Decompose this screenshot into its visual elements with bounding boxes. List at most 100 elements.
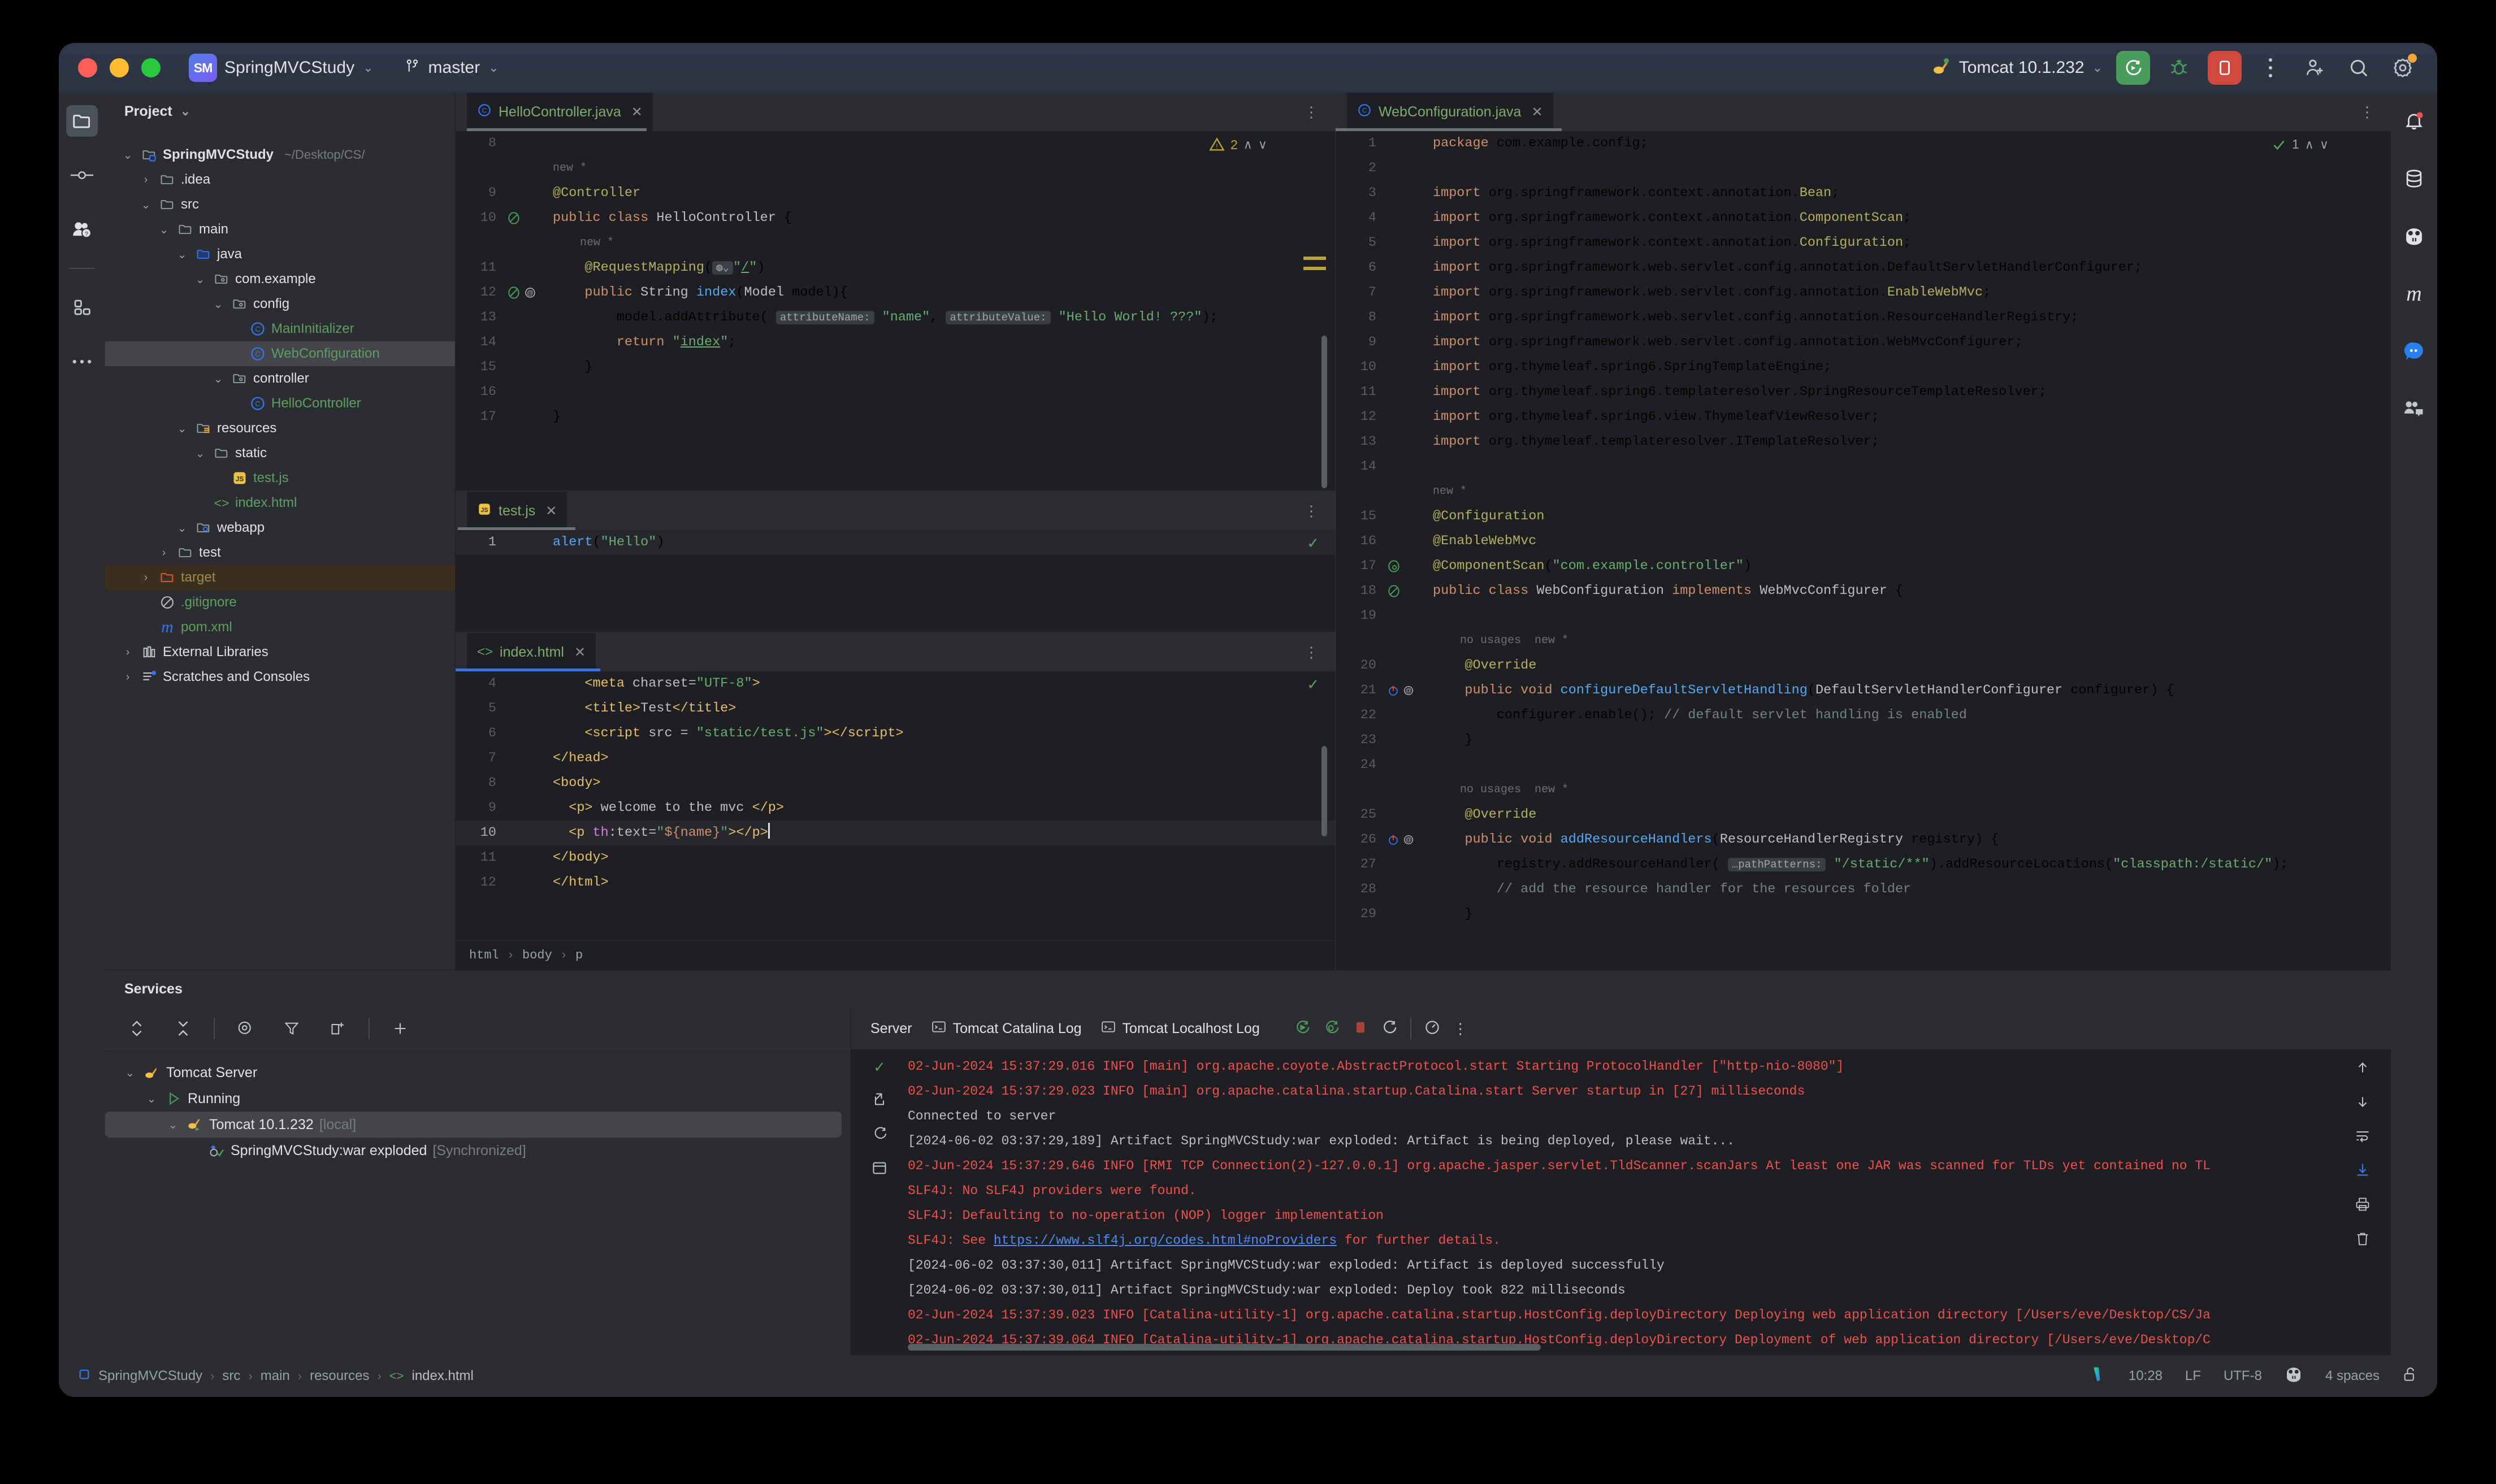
chevron-down-icon[interactable]: ⌄ xyxy=(174,248,190,262)
chevron-right-icon[interactable]: › xyxy=(138,173,154,186)
breadcrumb-item[interactable]: SpringMVCStudy xyxy=(98,1368,202,1384)
prev-problem-icon[interactable]: ∧ xyxy=(1243,137,1253,152)
chevron-down-icon[interactable]: ⌄ xyxy=(174,521,190,535)
breadcrumb-item[interactable]: p xyxy=(575,948,583,962)
tree-item-java[interactable]: ⌄java xyxy=(105,242,455,267)
stop-button[interactable] xyxy=(2208,51,2242,85)
prev-problem-icon[interactable]: ∧ xyxy=(2305,137,2314,152)
project-panel-header[interactable]: Project ⌄ xyxy=(105,93,455,130)
rerun-button[interactable] xyxy=(2116,51,2150,85)
chevron-down-icon[interactable]: ⌄ xyxy=(180,104,190,119)
breadcrumb-item[interactable]: src xyxy=(222,1368,240,1384)
breadcrumb-item[interactable]: index.html xyxy=(412,1368,474,1384)
tree-item-controller[interactable]: ⌄controller xyxy=(105,366,455,391)
testjs-code[interactable]: 1alert("Hello") xyxy=(456,530,1335,632)
close-icon[interactable]: ✕ xyxy=(574,644,586,661)
log-tab-tomcat-localhost-log[interactable]: Tomcat Localhost Log xyxy=(1101,1020,1260,1038)
version-control-icon[interactable] xyxy=(2091,1366,2106,1387)
tree-item-external-libraries[interactable]: ›External Libraries xyxy=(105,640,455,665)
close-icon[interactable]: ✕ xyxy=(631,104,643,120)
scroll-to-end-icon[interactable] xyxy=(2355,1162,2371,1181)
chevron-down-icon[interactable]: ⌄ xyxy=(210,372,226,386)
chevron-down-icon[interactable]: ⌄ xyxy=(156,223,172,237)
search-icon[interactable] xyxy=(2343,53,2374,83)
gutter-marker[interactable] xyxy=(1384,554,1425,579)
notifications-bell-icon[interactable] xyxy=(2398,105,2430,137)
chevron-down-icon[interactable]: ⌄ xyxy=(210,297,226,311)
console-panel-icon[interactable] xyxy=(872,1160,887,1179)
code-with-me-icon[interactable] xyxy=(2398,393,2430,425)
chevron-down-icon[interactable]: ⌄ xyxy=(138,198,154,212)
indexhtml-code[interactable]: 4 <meta charset="UTF-8">5 <title>Test</t… xyxy=(456,671,1335,940)
tab-web-configuration[interactable]: C WebConfiguration.java ✕ xyxy=(1347,93,1553,131)
tree-item-webconfiguration[interactable]: CWebConfiguration xyxy=(105,341,455,366)
settings-gear-icon[interactable] xyxy=(2387,53,2418,83)
debug-icon[interactable] xyxy=(1323,1019,1340,1039)
chevron-down-icon[interactable]: ⌄ xyxy=(120,148,136,162)
more-tool-windows-icon[interactable] xyxy=(66,346,98,377)
add-collaborator-icon[interactable] xyxy=(2299,53,2330,83)
breadcrumb[interactable]: SpringMVCStudy›src›main›resources›<>inde… xyxy=(78,1368,474,1385)
breadcrumb-item[interactable]: body xyxy=(522,948,552,962)
more-actions-button[interactable] xyxy=(2255,53,2286,83)
rerun-console-icon[interactable] xyxy=(872,1125,887,1145)
tree-item-com-example[interactable]: ⌄com.example xyxy=(105,267,455,292)
tree-item-config[interactable]: ⌄config xyxy=(105,292,455,316)
console-output[interactable]: 02-Jun-2024 15:37:29.016 INFO [main] org… xyxy=(908,1049,2334,1355)
soft-wrap-icon[interactable] xyxy=(2355,1129,2371,1146)
branch-selector[interactable]: master ⌄ xyxy=(398,54,505,82)
editor-scrollbar-hello[interactable] xyxy=(1321,336,1327,488)
editor-options-icon[interactable]: ⋮ xyxy=(1304,502,1319,520)
tree-item-test[interactable]: ›test xyxy=(105,540,455,565)
maven-tool-icon[interactable]: m xyxy=(2398,278,2430,310)
chevron-right-icon[interactable]: › xyxy=(156,546,172,559)
print-icon[interactable] xyxy=(2355,1196,2371,1215)
chevron-down-icon[interactable]: ⌄ xyxy=(144,1092,159,1106)
commit-tool-icon[interactable] xyxy=(66,159,98,191)
close-icon[interactable]: ✕ xyxy=(1531,104,1542,120)
editor-breadcrumb[interactable]: html›body›p xyxy=(456,940,1335,970)
tree-item-src[interactable]: ⌄src xyxy=(105,192,455,217)
chevron-right-icon[interactable]: › xyxy=(120,671,136,684)
chevron-down-icon[interactable]: ⌄ xyxy=(165,1118,181,1132)
chevron-down-icon[interactable]: ⌄ xyxy=(192,446,208,461)
webconfig-code[interactable]: 1package com.example.config;23import org… xyxy=(1336,131,2391,958)
tree-item-test-js[interactable]: JStest.js xyxy=(105,466,455,491)
structure-tool-icon[interactable] xyxy=(66,292,98,323)
chevron-down-icon[interactable]: ⌄ xyxy=(192,272,208,287)
inspection-widget[interactable]: 1 ∧ ∨ xyxy=(2272,137,2329,152)
chevron-down-icon[interactable]: ⌄ xyxy=(174,422,190,436)
gutter-marker[interactable]: @ xyxy=(1384,827,1425,852)
add-service-icon[interactable] xyxy=(384,1013,416,1044)
project-tree[interactable]: ⌄SpringMVCStudy~/Desktop/CS/›.idea⌄src⌄m… xyxy=(105,130,455,689)
gutter-marker[interactable] xyxy=(504,206,545,231)
chevron-down-icon[interactable]: ⌄ xyxy=(122,1066,138,1080)
service-item-tomcat-10-1-232[interactable]: ⌄Tomcat 10.1.232[local] xyxy=(105,1112,842,1138)
cursor-position-label[interactable]: 10:28 xyxy=(2129,1368,2163,1384)
stop-icon[interactable] xyxy=(1353,1019,1368,1039)
plugin-status-icon[interactable] xyxy=(2285,1366,2303,1387)
profiler-icon[interactable] xyxy=(1424,1019,1441,1039)
filter-icon[interactable] xyxy=(276,1013,307,1044)
tab-hello-controller[interactable]: C HelloController.java ✕ xyxy=(467,93,653,131)
maximize-window-button[interactable] xyxy=(141,58,161,77)
editor-options-icon[interactable]: ⋮ xyxy=(2360,103,2375,121)
view-options-icon[interactable] xyxy=(229,1013,261,1044)
tree-item-maininitializer[interactable]: CMainInitializer xyxy=(105,316,455,341)
tree-item-index-html[interactable]: <>index.html xyxy=(105,491,455,515)
indent-label[interactable]: 4 spaces xyxy=(2325,1368,2380,1384)
console-link[interactable]: https://www.slf4j.org/codes.html#noProvi… xyxy=(994,1233,1337,1248)
tree-item-springmvcstudy[interactable]: ⌄SpringMVCStudy~/Desktop/CS/ xyxy=(105,142,455,167)
log-tab-tomcat-catalina-log[interactable]: Tomcat Catalina Log xyxy=(931,1020,1082,1038)
project-tool-icon[interactable] xyxy=(66,105,98,137)
editor-options-icon[interactable]: ⋮ xyxy=(1304,103,1319,121)
chat-bubble-icon[interactable] xyxy=(2398,336,2430,367)
encoding-label[interactable]: UTF-8 xyxy=(2224,1368,2262,1384)
close-icon[interactable]: ✕ xyxy=(545,503,557,519)
tree-item-pom-xml[interactable]: mpom.xml xyxy=(105,615,455,640)
new-tab-icon[interactable] xyxy=(322,1013,354,1044)
chevron-right-icon[interactable]: › xyxy=(120,646,136,659)
plugins-icon[interactable] xyxy=(2398,220,2430,252)
editor-options-icon[interactable]: ⋮ xyxy=(1304,644,1319,661)
breadcrumb-item[interactable]: resources xyxy=(310,1368,369,1384)
